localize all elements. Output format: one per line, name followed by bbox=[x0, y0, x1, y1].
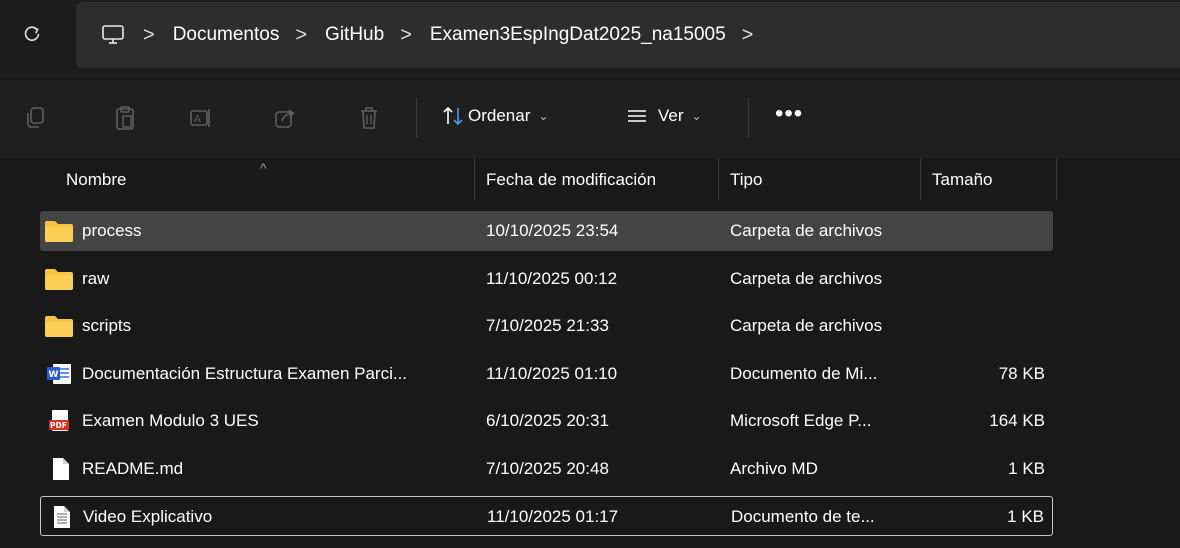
toolbar-divider bbox=[416, 98, 417, 138]
delete-icon[interactable] bbox=[356, 103, 382, 133]
file-type: Carpeta de archivos bbox=[730, 221, 883, 240]
file-date: 7/10/2025 21:33 bbox=[486, 316, 609, 335]
file-name: README.md bbox=[82, 459, 184, 478]
folder-icon bbox=[45, 269, 73, 290]
breadcrumb-separator[interactable]: > bbox=[295, 24, 307, 47]
text-file-icon bbox=[54, 506, 70, 528]
svg-text:PDF: PDF bbox=[50, 421, 67, 430]
address-box[interactable]: > Documentos > GitHub > Examen3EspIngDat… bbox=[76, 2, 1180, 68]
file-size: 78 KB bbox=[998, 364, 1045, 383]
file-name: Video Explicativo bbox=[83, 507, 213, 526]
toolbar-divider bbox=[748, 98, 749, 138]
file-row[interactable]: scripts 7/10/2025 21:33 Carpeta de archi… bbox=[40, 306, 1053, 346]
file-type: Carpeta de archivos bbox=[730, 316, 883, 335]
command-bar: A Ordenar ⌄ Ver ⌄ ••• bbox=[0, 80, 1180, 158]
sort-icon bbox=[443, 106, 463, 126]
column-header-name[interactable]: Nombre bbox=[66, 170, 126, 190]
sort-ascending-caret-icon: ^ bbox=[260, 160, 267, 176]
refresh-button[interactable] bbox=[18, 20, 46, 48]
column-header-date[interactable]: Fecha de modificación bbox=[486, 170, 656, 190]
breadcrumb-github[interactable]: GitHub bbox=[325, 24, 384, 46]
copy-icon[interactable] bbox=[22, 103, 48, 133]
sort-button[interactable]: Ordenar ⌄ bbox=[442, 106, 548, 126]
pdf-icon: PDF bbox=[49, 410, 69, 431]
view-label: Ver bbox=[658, 106, 684, 125]
file-type: Carpeta de archivos bbox=[730, 269, 883, 288]
file-row[interactable]: PDF Examen Modulo 3 UES 6/10/2025 20:31 … bbox=[40, 401, 1053, 441]
svg-text:W: W bbox=[49, 370, 59, 380]
folder-icon bbox=[45, 316, 73, 337]
breadcrumb-separator[interactable]: > bbox=[143, 24, 155, 47]
file-row[interactable]: Video Explicativo 11/10/2025 01:17 Docum… bbox=[40, 496, 1053, 536]
paste-icon[interactable] bbox=[112, 103, 138, 133]
file-type: Microsoft Edge P... bbox=[730, 411, 872, 430]
view-button[interactable]: Ver ⌄ bbox=[626, 106, 702, 126]
sort-label: Ordenar bbox=[468, 106, 531, 125]
blank-file-icon bbox=[53, 458, 69, 480]
svg-text:A: A bbox=[194, 114, 201, 125]
file-date: 11/10/2025 00:12 bbox=[486, 269, 618, 288]
file-date: 11/10/2025 01:10 bbox=[486, 364, 618, 383]
file-date: 11/10/2025 01:17 bbox=[487, 507, 619, 526]
file-date: 7/10/2025 20:48 bbox=[486, 459, 609, 478]
breadcrumb-current-folder[interactable]: Examen3EspIngDat2025_na15005 bbox=[430, 24, 726, 46]
file-name: scripts bbox=[82, 316, 132, 335]
chevron-down-icon: ⌄ bbox=[538, 109, 549, 123]
breadcrumb-separator[interactable]: > bbox=[400, 24, 412, 47]
rename-icon[interactable]: A bbox=[188, 103, 214, 133]
view-lines-icon bbox=[628, 110, 646, 122]
chevron-down-icon: ⌄ bbox=[691, 109, 702, 123]
file-name: Documentación Estructura Examen Parci... bbox=[82, 364, 408, 383]
file-size: 1 KB bbox=[1007, 507, 1044, 526]
this-pc-icon[interactable] bbox=[101, 22, 127, 48]
file-date: 6/10/2025 20:31 bbox=[486, 411, 609, 430]
file-date: 10/10/2025 23:54 bbox=[486, 221, 619, 240]
file-row[interactable]: process 10/10/2025 23:54 Carpeta de arch… bbox=[40, 211, 1053, 251]
column-separator[interactable] bbox=[474, 158, 475, 200]
file-name: raw bbox=[82, 269, 110, 288]
refresh-icon bbox=[24, 26, 40, 41]
file-type: Documento de Mi... bbox=[730, 364, 878, 383]
column-separator[interactable] bbox=[718, 158, 719, 200]
file-row[interactable]: W Documentación Estructura Examen Parci.… bbox=[40, 354, 1053, 394]
column-separator[interactable] bbox=[1056, 158, 1057, 200]
word-document-icon: W bbox=[47, 364, 71, 384]
breadcrumb-separator[interactable]: > bbox=[742, 24, 754, 47]
share-icon[interactable] bbox=[272, 103, 298, 133]
more-options-button[interactable]: ••• bbox=[775, 102, 803, 126]
column-header-size[interactable]: Tamaño bbox=[932, 170, 992, 190]
column-separator[interactable] bbox=[920, 158, 921, 200]
file-type: Archivo MD bbox=[730, 459, 818, 478]
address-bar-row: > Documentos > GitHub > Examen3EspIngDat… bbox=[0, 0, 1180, 78]
file-row[interactable]: README.md 7/10/2025 20:48 Archivo MD 1 K… bbox=[40, 449, 1053, 489]
file-size: 1 KB bbox=[1008, 459, 1045, 478]
file-size: 164 KB bbox=[989, 411, 1045, 430]
breadcrumb-documentos[interactable]: Documentos bbox=[173, 24, 280, 46]
folder-icon bbox=[45, 221, 73, 242]
file-row[interactable]: raw 11/10/2025 00:12 Carpeta de archivos bbox=[40, 259, 1053, 299]
column-header-type[interactable]: Tipo bbox=[730, 170, 762, 190]
file-name: process bbox=[82, 221, 142, 240]
file-name: Examen Modulo 3 UES bbox=[82, 411, 259, 430]
file-type: Documento de te... bbox=[731, 507, 875, 526]
